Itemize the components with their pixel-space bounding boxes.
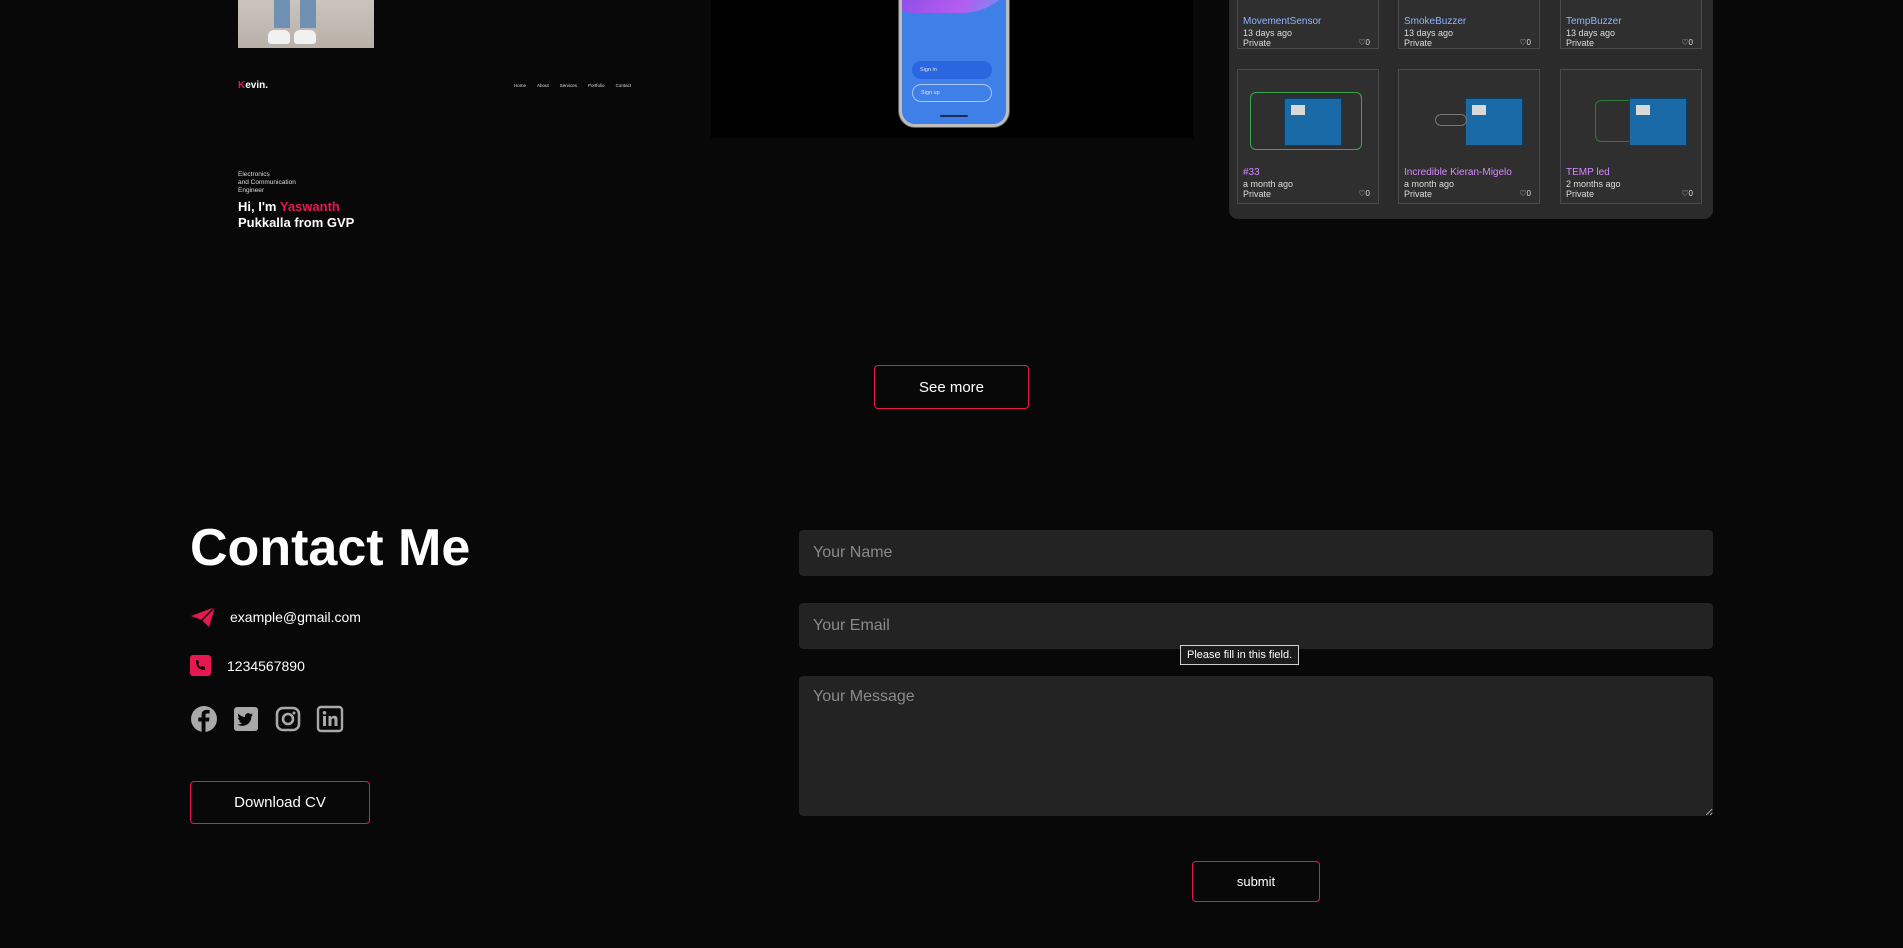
preview-nav-item: Contact xyxy=(615,83,632,88)
validation-tooltip: Please fill in this field. xyxy=(1180,645,1300,665)
preview-nav-item: About xyxy=(537,83,549,88)
phone-icon xyxy=(190,655,211,676)
contact-phone[interactable]: 1234567890 xyxy=(190,655,305,676)
project-name: #33 xyxy=(1243,167,1260,178)
preview-nav-item: Home xyxy=(514,83,527,88)
project-name: Incredible Kieran-Migelo xyxy=(1404,167,1512,178)
preview-nav: Home About Services Portfolio Contact xyxy=(514,83,631,88)
project-visibility: Private xyxy=(1566,189,1595,199)
project-name: MovementSensor xyxy=(1243,16,1322,27)
project-visibility: Private xyxy=(1243,189,1272,199)
name-input[interactable] xyxy=(799,530,1713,576)
portfolio-thumbnail-mobile[interactable]: Sign in Sign up xyxy=(711,0,1193,138)
project-name: SmokeBuzzer xyxy=(1404,16,1467,27)
preview-nav-item: Portfolio xyxy=(588,83,605,88)
preview-logo: Kevin. xyxy=(238,80,269,91)
project-date: 2 months ago xyxy=(1566,179,1621,189)
preview-subtitle: Electronics and Communication Engineer xyxy=(238,171,296,194)
project-likes: ♡0 xyxy=(1358,189,1370,198)
preview-sign-up: Sign up xyxy=(912,84,992,102)
project-visibility: Private xyxy=(1404,189,1433,199)
project-likes: ♡0 xyxy=(1681,38,1693,47)
heart-icon: ♡ xyxy=(1519,189,1527,198)
preview-hero-heading: Hi, I'm Yaswanth Pukkalla from GVP xyxy=(238,199,355,230)
heart-icon: ♡ xyxy=(1519,38,1527,47)
paper-plane-icon xyxy=(190,606,216,628)
project-likes: ♡0 xyxy=(1519,189,1531,198)
see-more-button[interactable]: See more xyxy=(874,365,1029,409)
download-cv-button[interactable]: Download CV xyxy=(190,781,370,824)
project-date: a month ago xyxy=(1243,179,1294,189)
project-likes: ♡0 xyxy=(1681,189,1693,198)
contact-title: Contact Me xyxy=(190,519,471,577)
hero-photo xyxy=(238,0,374,48)
project-date: a month ago xyxy=(1404,179,1455,189)
project-card[interactable]: MovementSensor 13 days ago Private ♡0 xyxy=(1237,0,1379,49)
phone-text: 1234567890 xyxy=(227,657,305,674)
message-textarea[interactable] xyxy=(799,676,1713,816)
project-card[interactable]: Incredible Kieran-Migelo a month ago Pri… xyxy=(1398,69,1540,204)
circuit-diagram xyxy=(1244,78,1372,156)
preview-sign-in: Sign in xyxy=(912,61,992,79)
facebook-icon[interactable] xyxy=(190,705,218,733)
email-text: example@gmail.com xyxy=(230,609,361,625)
heart-icon: ♡ xyxy=(1358,38,1366,47)
circuit-diagram xyxy=(1405,78,1533,156)
project-card[interactable]: SmokeBuzzer 13 days ago Private ♡0 xyxy=(1398,0,1540,49)
heart-icon: ♡ xyxy=(1681,189,1689,198)
phone-mockup: Sign in Sign up xyxy=(899,0,1009,127)
project-visibility: Private xyxy=(1566,38,1595,48)
submit-button[interactable]: submit xyxy=(1192,861,1320,902)
project-date: 13 days ago xyxy=(1404,28,1454,38)
project-name: TEMP led xyxy=(1566,167,1610,178)
project-likes: ♡0 xyxy=(1358,38,1370,47)
email-input[interactable] xyxy=(799,603,1713,649)
social-links xyxy=(190,705,344,733)
circuit-diagram xyxy=(1567,78,1695,156)
project-date: 13 days ago xyxy=(1243,28,1293,38)
project-likes: ♡0 xyxy=(1519,38,1531,47)
project-visibility: Private xyxy=(1404,38,1433,48)
project-card[interactable]: #33 a month ago Private ♡0 xyxy=(1237,69,1379,204)
contact-email[interactable]: example@gmail.com xyxy=(190,606,361,628)
project-card[interactable]: TempBuzzer 13 days ago Private ♡0 xyxy=(1560,0,1702,49)
heart-icon: ♡ xyxy=(1681,38,1689,47)
linkedin-icon[interactable] xyxy=(316,705,344,733)
portfolio-thumbnail-website[interactable]: Kevin. Home About Services Portfolio Con… xyxy=(238,0,638,240)
preview-nav-item: Services xyxy=(559,83,578,88)
portfolio-thumbnail-projects[interactable]: MovementSensor 13 days ago Private ♡0 Sm… xyxy=(1229,0,1713,219)
project-card[interactable]: TEMP led 2 months ago Private ♡0 xyxy=(1560,69,1702,204)
project-date: 13 days ago xyxy=(1566,28,1616,38)
project-visibility: Private xyxy=(1243,38,1272,48)
instagram-icon[interactable] xyxy=(274,705,302,733)
heart-icon: ♡ xyxy=(1358,189,1366,198)
project-name: TempBuzzer xyxy=(1566,16,1622,27)
twitter-icon[interactable] xyxy=(232,705,260,733)
